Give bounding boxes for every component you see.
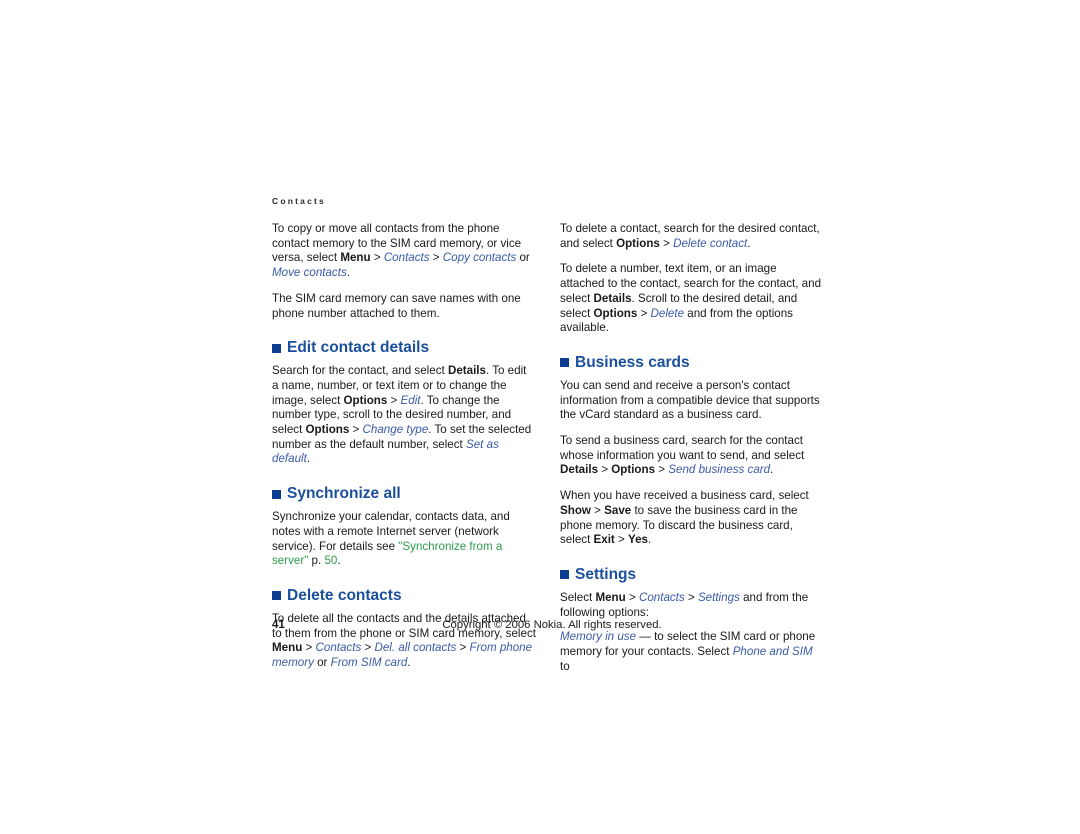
ui-term-menu: Menu [595, 590, 626, 604]
separator: > [370, 251, 384, 265]
ui-term-options: Options [305, 423, 350, 437]
menu-path-send-business-card: Send business card [668, 463, 771, 477]
menu-path-move-contacts: Move contacts [272, 266, 347, 280]
separator: > [614, 533, 628, 547]
running-header: Contacts [272, 196, 326, 206]
right-column: To delete a contact, search for the desi… [560, 222, 824, 685]
heading-label: Settings [575, 565, 637, 583]
ui-term-yes: Yes [628, 533, 648, 547]
page-content: Contacts To copy or move all contacts fr… [272, 196, 832, 673]
ui-term-details: Details [447, 364, 486, 378]
cross-reference-page-number[interactable]: 50 [324, 554, 337, 567]
paragraph-settings-path: Select Menu > Contacts > Settings and fr… [560, 591, 824, 620]
heading-label: Edit contact details [287, 339, 430, 357]
text-run: To send a business card, search for the … [560, 434, 805, 462]
separator: > [590, 503, 605, 517]
paragraph-delete-a-contact: To delete a contact, search for the desi… [560, 222, 824, 251]
ui-term-save: Save [604, 503, 632, 517]
menu-path-change-type: Change type [362, 423, 429, 437]
square-bullet-icon [272, 591, 281, 601]
separator: > [655, 463, 669, 477]
heading-synchronize-all: Synchronize all [272, 485, 536, 503]
text-run: . [770, 463, 774, 477]
menu-path-contacts: Contacts [383, 251, 430, 265]
ui-term-menu: Menu [340, 251, 371, 265]
menu-path-from-sim-card: From SIM card [330, 656, 408, 670]
menu-path-del-all-contacts: Del. all contacts [374, 641, 457, 655]
text-run: . [648, 533, 652, 547]
paragraph-synchronize-all: Synchronize your calendar, contacts data… [272, 510, 536, 569]
menu-path-delete: Delete [650, 306, 685, 320]
separator: > [637, 306, 651, 320]
square-bullet-icon [560, 570, 569, 580]
separator: > [361, 641, 375, 655]
separator: > [659, 236, 674, 250]
square-bullet-icon [272, 489, 281, 499]
text-run: . [407, 656, 411, 670]
ui-term-details: Details [593, 291, 632, 305]
menu-path-delete-contact: Delete contact [673, 236, 748, 250]
paragraph-sim-memory-note: The SIM card memory can save names with … [272, 291, 521, 320]
heading-edit-contact-details: Edit contact details [272, 339, 536, 357]
text-run: Search for the contact, and select [272, 364, 448, 378]
menu-path-edit: Edit [400, 393, 421, 407]
paragraph-send-business-card: To send a business card, search for the … [560, 434, 824, 478]
separator: > [598, 463, 612, 477]
text-run: or [516, 251, 530, 265]
ui-term-options: Options [343, 393, 388, 407]
heading-label: Delete contacts [287, 586, 402, 604]
paragraph-business-cards-intro: You can send and receive a person's cont… [560, 378, 820, 422]
heading-delete-contacts: Delete contacts [272, 587, 536, 605]
separator: > [684, 590, 698, 604]
separator: > [349, 423, 363, 437]
manual-page: Contacts To copy or move all contacts fr… [0, 0, 1080, 834]
menu-path-settings: Settings [697, 590, 740, 604]
text-run: . [337, 554, 341, 568]
text-run: When you have received a business card, … [560, 489, 809, 503]
menu-path-contacts: Contacts [315, 641, 362, 655]
option-phone-and-sim: Phone and SIM [732, 645, 813, 659]
ui-term-options: Options [616, 236, 660, 250]
text-run: p. [308, 554, 325, 568]
text-run: . [346, 266, 350, 280]
copyright-notice: Copyright © 2006 Nokia. All rights reser… [442, 619, 662, 631]
separator: > [387, 393, 401, 407]
paragraph-memory-in-use: Memory in use — to select the SIM card o… [560, 630, 824, 674]
menu-path-copy-contacts: Copy contacts [442, 251, 517, 265]
menu-path-contacts: Contacts [638, 590, 685, 604]
square-bullet-icon [560, 358, 569, 368]
separator: > [429, 251, 443, 265]
text-run: . [306, 452, 311, 466]
text-run: . [747, 236, 751, 250]
text-run: to [560, 659, 570, 673]
ui-term-show: Show [560, 503, 591, 517]
text-run: or [313, 656, 331, 670]
text-run: Select [560, 590, 596, 604]
paragraph-edit-contact-details: Search for the contact, and select Detai… [272, 364, 536, 467]
square-bullet-icon [272, 343, 281, 353]
ui-term-details: Details [560, 463, 599, 477]
ui-term-options: Options [611, 463, 656, 477]
page-footer: 41 Copyright © 2006 Nokia. All rights re… [272, 618, 832, 634]
separator: > [302, 641, 316, 655]
heading-label: Synchronize all [287, 485, 401, 503]
ui-term-exit: Exit [593, 533, 615, 547]
separator: > [625, 590, 639, 604]
ui-term-options: Options [593, 306, 638, 320]
paragraph-delete-a-number: To delete a number, text item, or an ima… [560, 262, 824, 336]
paragraph-copy-move-contacts: To copy or move all contacts from the ph… [272, 222, 536, 281]
left-column: To copy or move all contacts from the ph… [272, 222, 536, 682]
heading-business-cards: Business cards [560, 354, 824, 372]
separator: > [456, 641, 470, 655]
paragraph-received-business-card: When you have received a business card, … [560, 489, 824, 548]
ui-term-menu: Menu [272, 641, 303, 655]
heading-settings: Settings [560, 566, 824, 584]
heading-label: Business cards [575, 353, 690, 371]
